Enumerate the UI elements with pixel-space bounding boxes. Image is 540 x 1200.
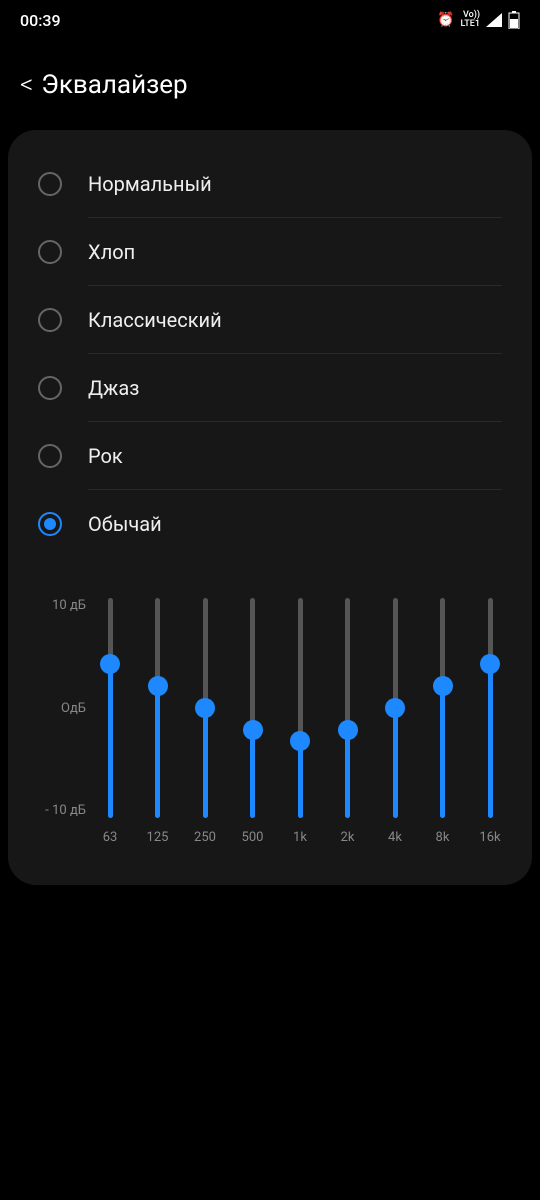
- x-tick-label: 1k: [288, 830, 312, 845]
- equalizer-chart: 10 дБ ОдБ - 10 дБ 63 125 250 500 1k 2k 4k 8k 16k: [8, 558, 532, 865]
- status-icons: ⏰ Vo)) LTE1: [437, 11, 520, 29]
- radio-icon: [38, 240, 62, 264]
- slider-fill: [345, 730, 350, 818]
- preset-label: Нормальный: [88, 172, 212, 196]
- radio-icon: [38, 308, 62, 332]
- x-tick-label: 2k: [336, 830, 360, 845]
- x-tick-label: 63: [98, 830, 122, 845]
- eq-slider[interactable]: [288, 598, 312, 818]
- slider-knob[interactable]: [290, 731, 310, 751]
- preset-item[interactable]: Обычай: [8, 490, 532, 558]
- slider-knob[interactable]: [433, 676, 453, 696]
- eq-slider[interactable]: [383, 598, 407, 818]
- preset-item[interactable]: Классический: [8, 286, 532, 354]
- eq-slider[interactable]: [193, 598, 217, 818]
- eq-slider[interactable]: [241, 598, 265, 818]
- eq-slider[interactable]: [98, 598, 122, 818]
- x-tick-label: 500: [241, 830, 265, 845]
- preset-list: Нормальный Хлоп Классический Джаз Рок Обычай: [8, 150, 532, 558]
- preset-item[interactable]: Рок: [8, 422, 532, 490]
- radio-icon: [38, 376, 62, 400]
- y-tick-label: - 10 дБ: [38, 803, 86, 818]
- status-bar: 00:39 ⏰ Vo)) LTE1: [0, 0, 540, 40]
- alarm-icon: ⏰: [437, 12, 454, 28]
- x-axis: 63 125 250 500 1k 2k 4k 8k 16k: [98, 830, 502, 845]
- slider-fill: [203, 708, 208, 818]
- status-time: 00:39: [20, 11, 61, 30]
- back-button[interactable]: <: [20, 70, 33, 100]
- slider-knob[interactable]: [243, 720, 263, 740]
- signal-icon: [486, 13, 502, 27]
- slider-fill: [298, 741, 303, 818]
- eq-slider[interactable]: [478, 598, 502, 818]
- preset-label: Обычай: [88, 512, 162, 536]
- slider-fill: [108, 664, 113, 818]
- eq-slider[interactable]: [336, 598, 360, 818]
- preset-item[interactable]: Нормальный: [8, 150, 532, 218]
- radio-icon: [38, 444, 62, 468]
- y-axis: 10 дБ ОдБ - 10 дБ: [38, 598, 98, 818]
- battery-icon: [508, 11, 520, 29]
- y-tick-label: ОдБ: [38, 701, 86, 716]
- slider-knob[interactable]: [195, 698, 215, 718]
- x-tick-label: 125: [146, 830, 170, 845]
- equalizer-panel: НормальныйХлопКлассическийДжазРокОбычай …: [8, 130, 532, 885]
- preset-label: Хлоп: [88, 240, 135, 264]
- slider-fill: [250, 730, 255, 818]
- slider-knob[interactable]: [338, 720, 358, 740]
- radio-icon: [38, 172, 62, 196]
- preset-item[interactable]: Джаз: [8, 354, 532, 422]
- slider-fill: [488, 664, 493, 818]
- preset-label: Рок: [88, 444, 123, 468]
- slider-knob[interactable]: [385, 698, 405, 718]
- slider-knob[interactable]: [480, 654, 500, 674]
- radio-icon: [38, 512, 62, 536]
- eq-slider[interactable]: [431, 598, 455, 818]
- slider-knob[interactable]: [148, 676, 168, 696]
- preset-item[interactable]: Хлоп: [8, 218, 532, 286]
- x-tick-label: 8k: [431, 830, 455, 845]
- preset-label: Джаз: [88, 376, 139, 400]
- preset-label: Классический: [88, 308, 222, 332]
- slider-fill: [155, 686, 160, 818]
- slider-fill: [393, 708, 398, 818]
- eq-slider[interactable]: [146, 598, 170, 818]
- x-tick-label: 16k: [478, 830, 502, 845]
- x-tick-label: 250: [193, 830, 217, 845]
- volte-indicator: Vo)) LTE1: [461, 11, 480, 29]
- slider-knob[interactable]: [100, 654, 120, 674]
- y-tick-label: 10 дБ: [38, 598, 86, 613]
- header: < Эквалайзер: [0, 40, 540, 120]
- slider-fill: [440, 686, 445, 818]
- page-title: Эквалайзер: [41, 70, 187, 100]
- x-tick-label: 4k: [383, 830, 407, 845]
- eq-sliders: [98, 598, 502, 818]
